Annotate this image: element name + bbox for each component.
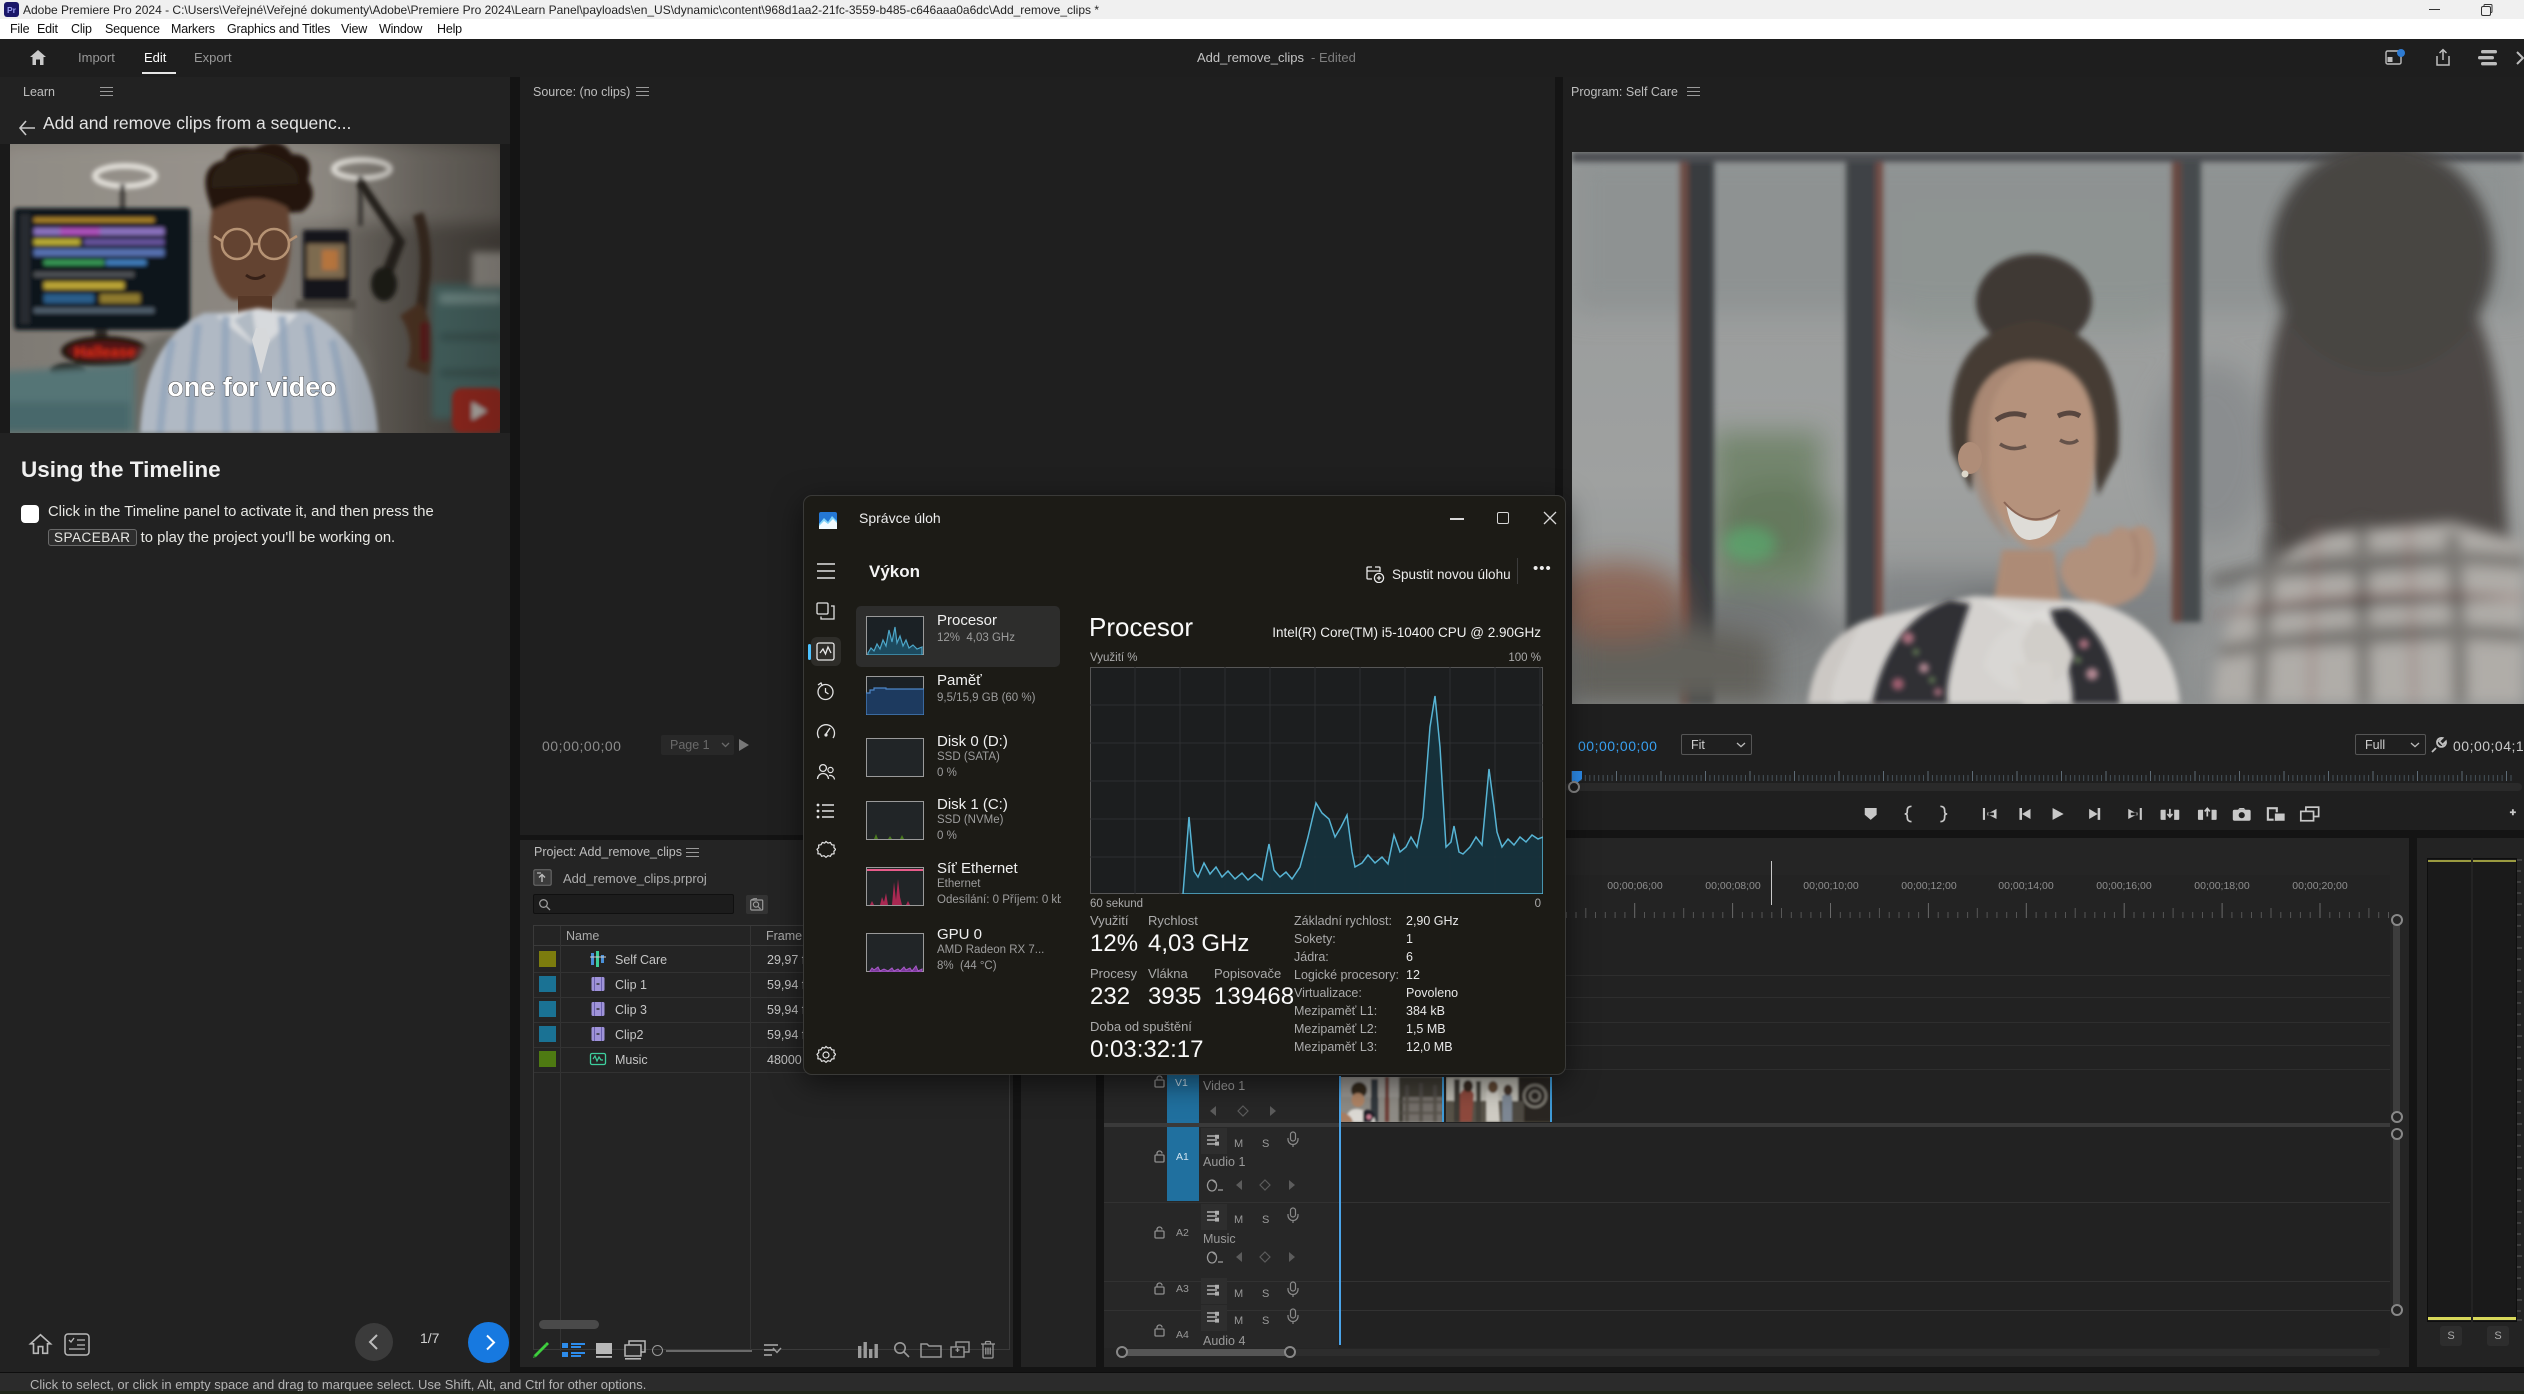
svg-text:one for video: one for video [167,372,337,402]
svg-text:00;00;14;00: 00;00;14;00 [1998,880,2054,892]
svg-text:00;00;12;00: 00;00;12;00 [1901,880,1957,892]
svg-text:S: S [1262,1138,1269,1150]
svg-text:S: S [1262,1315,1269,1327]
svg-text:M: M [1234,1288,1243,1300]
svg-text:00;00;08;00: 00;00;08;00 [1705,880,1761,892]
svg-text:S: S [1262,1214,1269,1226]
svg-text:S: S [1262,1288,1269,1300]
svg-text:M: M [1234,1214,1243,1226]
svg-text:M: M [1234,1138,1243,1150]
svg-text:00;00;10;00: 00;00;10;00 [1803,880,1859,892]
svg-text:00;00;20;00: 00;00;20;00 [2292,880,2348,892]
svg-text:Pr: Pr [7,5,17,15]
svg-text:00;00;06;00: 00;00;06;00 [1607,880,1663,892]
svg-text:00;00;16;00: 00;00;16;00 [2096,880,2152,892]
svg-text:M: M [1234,1315,1243,1327]
svg-text:00;00;18;00: 00;00;18;00 [2194,880,2250,892]
